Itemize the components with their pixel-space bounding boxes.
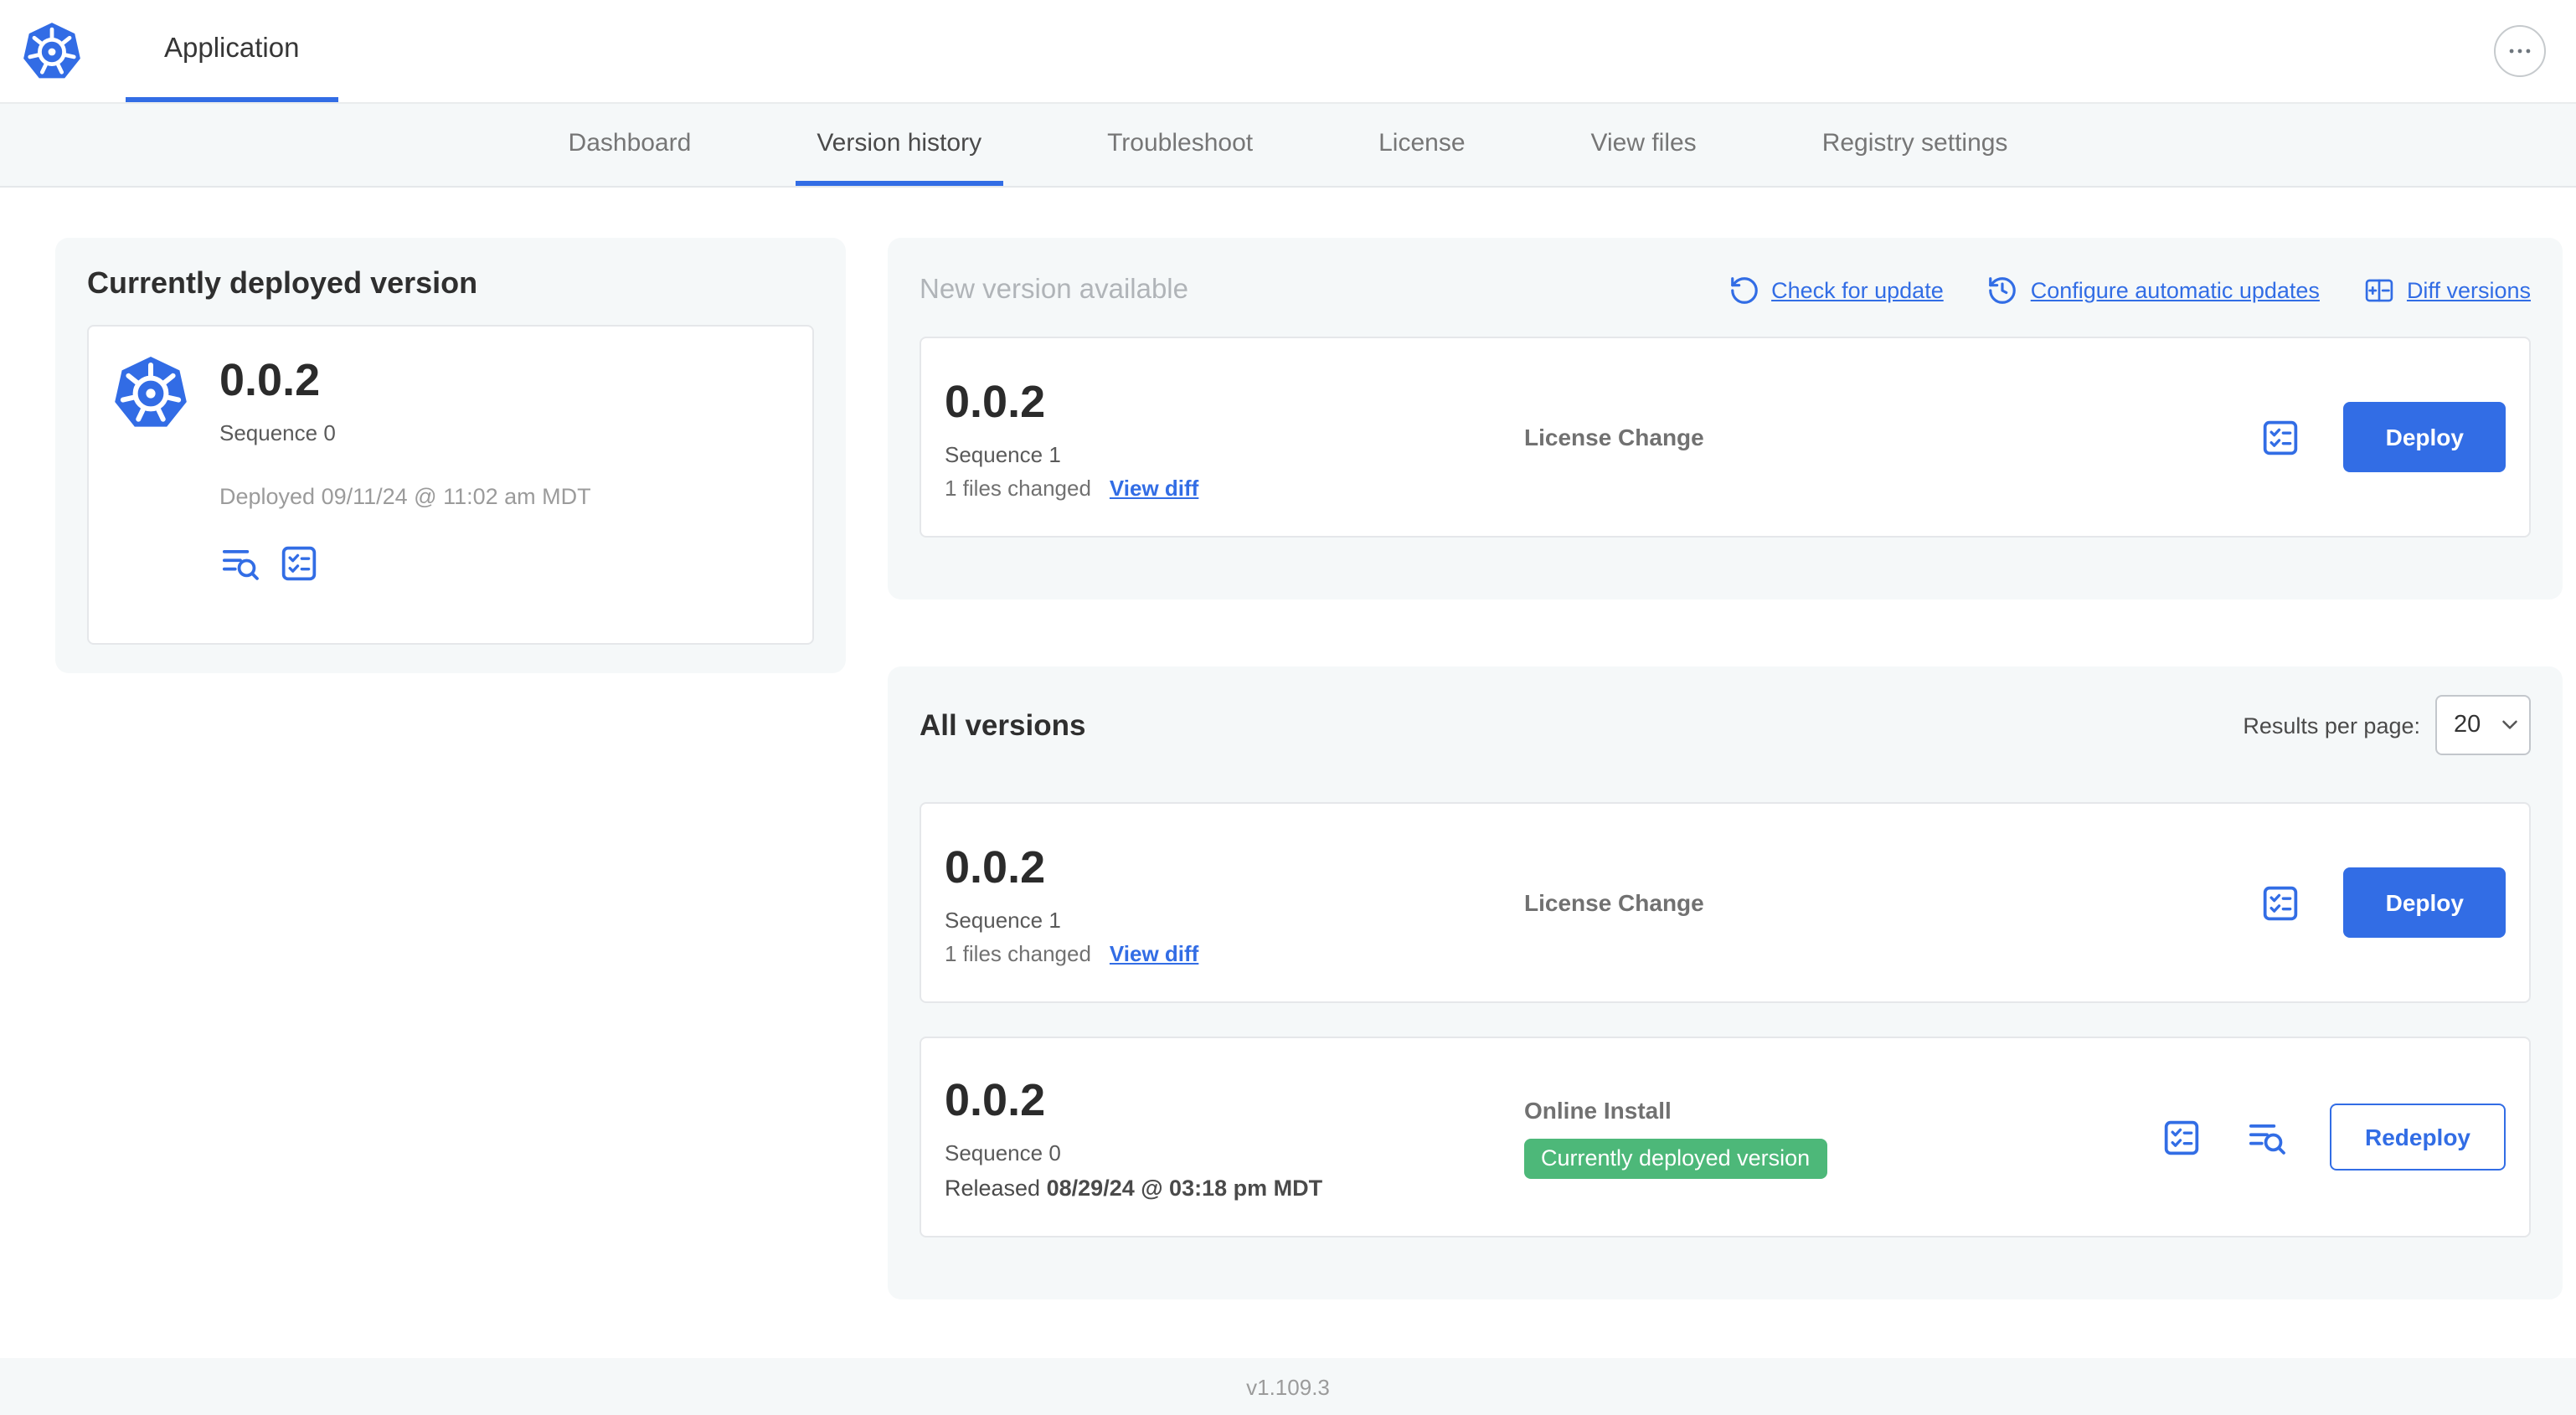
row-icons	[2260, 882, 2302, 924]
released-timestamp: 08/29/24 @ 03:18 pm MDT	[1046, 1176, 1323, 1201]
tab-label: View files	[1590, 128, 1697, 157]
source-label: Online Install	[1524, 1096, 1672, 1123]
configure-automatic-updates-link[interactable]: Configure automatic updates	[1987, 274, 2320, 306]
view-logs-icon[interactable]	[2246, 1116, 2288, 1158]
release-notes-icon[interactable]	[2260, 882, 2302, 924]
currently-deployed-card: 0.0.2 Sequence 0 Deployed 09/11/24 @ 11:…	[87, 325, 814, 645]
tab-license[interactable]: License	[1357, 104, 1486, 186]
tab-registry-settings[interactable]: Registry settings	[1801, 104, 2030, 186]
results-per-page-select-wrap: 20	[2435, 695, 2531, 755]
version-number: 0.0.2	[219, 355, 321, 405]
diff-icon	[2363, 274, 2395, 306]
deploy-button[interactable]: Deploy	[2343, 402, 2506, 472]
release-notes-icon[interactable]	[2161, 1116, 2202, 1158]
tab-version-history[interactable]: Version history	[795, 104, 1004, 186]
files-changed-label: 1 files changed	[945, 940, 1091, 965]
version-actions: Check for update Configure automatic upd…	[1728, 274, 2531, 306]
files-changed-line: 1 files changed View diff	[945, 940, 1524, 965]
diff-versions-label: Diff versions	[2406, 277, 2531, 302]
app-tab-label: Application	[164, 33, 300, 63]
version-number: 0.0.2	[945, 841, 1046, 892]
version-row: 0.0.2 Sequence 0 Released 08/29/24 @ 03:…	[920, 1037, 2531, 1237]
sequence-label: Sequence 1	[945, 907, 1061, 932]
refresh-icon	[1728, 274, 1759, 306]
tab-troubleshoot[interactable]: Troubleshoot	[1085, 104, 1275, 186]
tab-label: License	[1378, 128, 1466, 157]
all-versions-panel: All versions Results per page: 20 0.0.2	[888, 666, 2563, 1299]
header-right	[2494, 0, 2576, 102]
app-footer: v1.109.3	[0, 1358, 2576, 1415]
sequence-label: Sequence 0	[945, 1140, 1061, 1165]
admin-console: Application Dashboard Version history Tr…	[0, 0, 2576, 1415]
tab-label: Troubleshoot	[1107, 128, 1254, 157]
currently-deployed-panel: Currently deployed version 0.0.2 Sequenc…	[55, 238, 846, 673]
configure-automatic-updates-label: Configure automatic updates	[2030, 277, 2320, 302]
version-source: License Change	[1524, 424, 2260, 450]
version-number: 0.0.2	[945, 376, 1046, 426]
source-label: License Change	[1524, 424, 1704, 450]
ellipsis-icon	[2506, 37, 2534, 65]
source-label: License Change	[1524, 889, 1704, 916]
results-per-page: Results per page: 20	[2243, 695, 2531, 755]
version-source: Online Install Currently deployed versio…	[1524, 1096, 2161, 1178]
app-header: Application	[0, 0, 2576, 104]
app-logo	[0, 0, 84, 102]
sequence-label: Sequence 0	[219, 420, 336, 445]
schedule-icon	[1987, 274, 2019, 306]
view-diff-link[interactable]: View diff	[1110, 940, 1198, 965]
deployed-version-info: 0.0.2 Sequence 0 Deployed 09/11/24 @ 11:…	[219, 353, 591, 584]
more-options-button[interactable]	[2494, 25, 2546, 77]
row-icons	[2161, 1116, 2288, 1158]
version-number: 0.0.2	[945, 1075, 1046, 1125]
tab-label: Version history	[817, 128, 982, 157]
main-content: Currently deployed version 0.0.2 Sequenc…	[0, 188, 2576, 1358]
new-version-row: 0.0.2 Sequence 1 1 files changed View di…	[920, 337, 2531, 538]
check-for-update-link[interactable]: Check for update	[1728, 274, 1944, 306]
sequence-label: Sequence 1	[945, 441, 1061, 466]
diff-versions-link[interactable]: Diff versions	[2363, 274, 2531, 306]
version-info: 0.0.2 Sequence 0 Released 08/29/24 @ 03:…	[945, 1073, 1524, 1201]
new-version-title: New version available	[920, 274, 1188, 304]
version-info: 0.0.2 Sequence 1 1 files changed View di…	[945, 840, 1524, 965]
console-version: v1.109.3	[1246, 1374, 1330, 1399]
kubernetes-logo-icon	[20, 19, 84, 83]
new-version-header: New version available Check for update C…	[920, 266, 2531, 313]
version-source: License Change	[1524, 889, 2260, 916]
currently-deployed-badge: Currently deployed version	[1524, 1138, 1827, 1178]
release-notes-icon[interactable]	[2260, 416, 2302, 458]
released-line: Released 08/29/24 @ 03:18 pm MDT	[945, 1176, 1524, 1201]
tab-label: Registry settings	[1821, 128, 2008, 157]
results-per-page-select[interactable]: 20	[2435, 695, 2531, 755]
files-changed-label: 1 files changed	[945, 475, 1091, 500]
files-changed-line: 1 files changed View diff	[945, 475, 1524, 500]
check-for-update-label: Check for update	[1771, 277, 1944, 302]
deployed-actions	[219, 543, 591, 584]
all-versions-header: All versions Results per page: 20	[920, 695, 2531, 755]
deploy-button[interactable]: Deploy	[2343, 867, 2506, 938]
view-logs-icon[interactable]	[219, 543, 261, 584]
tab-label: Dashboard	[568, 128, 692, 157]
tab-dashboard[interactable]: Dashboard	[547, 104, 714, 186]
tab-application[interactable]: Application	[126, 0, 338, 102]
version-row: 0.0.2 Sequence 1 1 files changed View di…	[920, 802, 2531, 1003]
version-info: 0.0.2 Sequence 1 1 files changed View di…	[945, 374, 1524, 500]
results-per-page-label: Results per page:	[2243, 713, 2420, 738]
release-notes-icon[interactable]	[278, 543, 320, 584]
currently-deployed-title: Currently deployed version	[87, 266, 478, 300]
version-list: 0.0.2 Sequence 1 1 files changed View di…	[920, 802, 2531, 1237]
kubernetes-logo-icon	[111, 353, 191, 434]
app-subnav: Dashboard Version history Troubleshoot L…	[0, 104, 2576, 188]
all-versions-title: All versions	[920, 708, 1086, 741]
deployed-timestamp: Deployed 09/11/24 @ 11:02 am MDT	[219, 484, 591, 509]
view-diff-link[interactable]: View diff	[1110, 475, 1198, 500]
released-label: Released	[945, 1176, 1041, 1201]
new-version-panel: New version available Check for update C…	[888, 238, 2563, 599]
tab-view-files[interactable]: View files	[1569, 104, 1718, 186]
redeploy-button[interactable]: Redeploy	[2329, 1104, 2506, 1171]
row-icons	[2260, 416, 2302, 458]
